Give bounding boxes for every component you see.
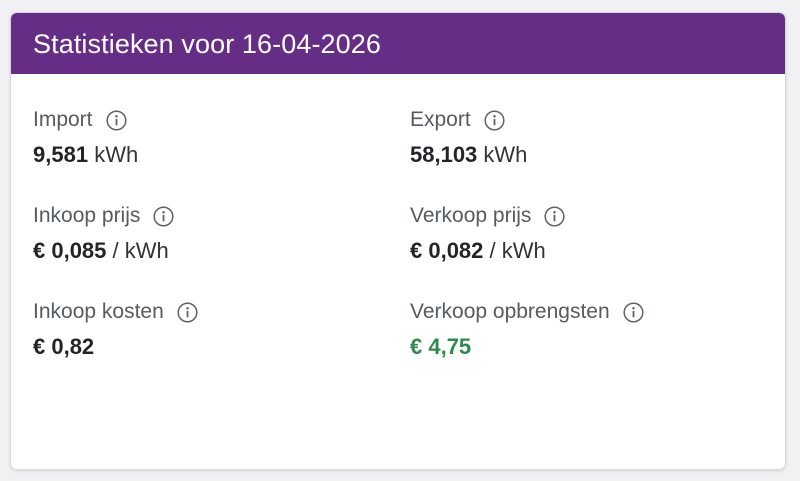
info-icon[interactable] — [623, 301, 644, 323]
stat-verkoop-prijs: Verkoop prijs € 0,082 / kWh — [410, 202, 750, 265]
stat-unit: kWh — [94, 142, 139, 167]
stat-value: € 0,085 / kWh — [33, 237, 373, 265]
stat-value: 9,581 kWh — [33, 141, 373, 169]
stat-import: Import 9,581 kWh — [33, 106, 373, 169]
stat-verkoop-opbrengsten: Verkoop opbrengsten € 4,75 — [410, 298, 750, 361]
stat-number: 58,103 — [410, 142, 478, 167]
stat-unit: / kWh — [489, 238, 546, 263]
stat-number: 9,581 — [33, 142, 89, 167]
stat-label: Verkoop opbrengsten — [410, 300, 610, 323]
stat-value: € 4,75 — [410, 333, 750, 361]
stat-inkoop-prijs: Inkoop prijs € 0,085 / kWh — [33, 202, 373, 265]
card-title: Statistieken voor 16-04-2026 — [33, 28, 382, 59]
stat-label: Inkoop kosten — [33, 300, 164, 323]
stat-number: € 0,82 — [33, 334, 95, 359]
stat-number: € 0,082 — [410, 238, 484, 263]
statistics-card: Statistieken voor 16-04-2026 Import 9,58… — [10, 12, 786, 470]
stat-label: Inkoop prijs — [33, 204, 141, 227]
card-header: Statistieken voor 16-04-2026 — [11, 13, 785, 74]
stat-value: € 0,082 / kWh — [410, 237, 750, 265]
stat-label: Verkoop prijs — [410, 204, 532, 227]
stat-value: € 0,82 — [33, 333, 373, 361]
stat-label: Export — [410, 108, 471, 131]
stat-inkoop-kosten: Inkoop kosten € 0,82 — [33, 298, 373, 361]
info-icon[interactable] — [544, 205, 565, 227]
info-icon[interactable] — [177, 301, 198, 323]
stat-unit: / kWh — [112, 238, 169, 263]
stat-export: Export 58,103 kWh — [410, 106, 750, 169]
info-icon[interactable] — [153, 205, 174, 227]
stat-label: Import — [33, 108, 93, 131]
stat-number: € 4,75 — [410, 334, 472, 359]
stat-value: 58,103 kWh — [410, 141, 750, 169]
stat-unit: kWh — [483, 142, 528, 167]
info-icon[interactable] — [105, 109, 127, 131]
info-icon[interactable] — [484, 109, 505, 131]
stat-number: € 0,085 — [33, 238, 107, 263]
